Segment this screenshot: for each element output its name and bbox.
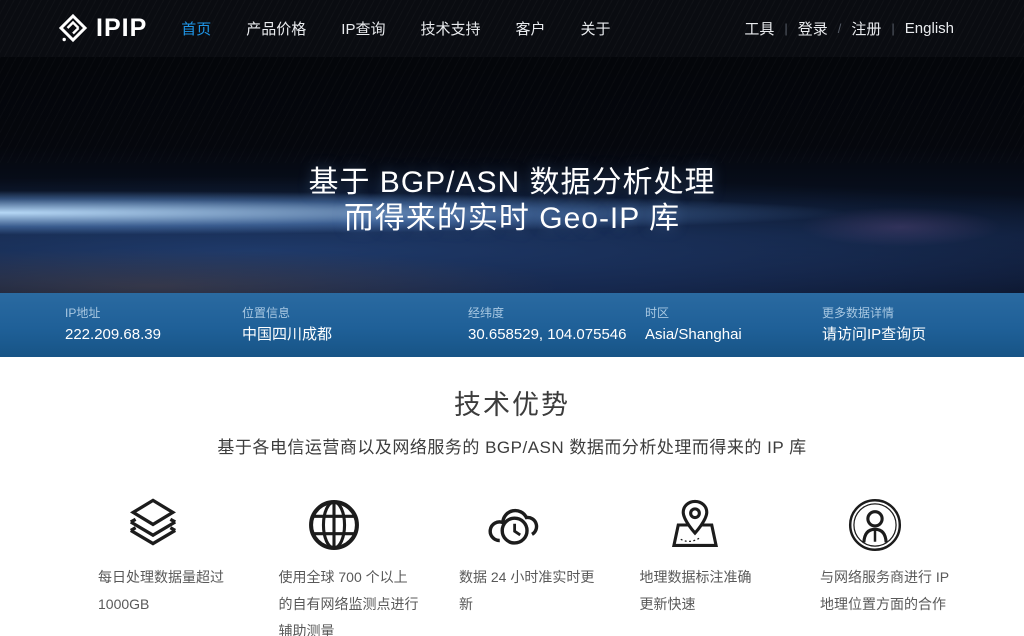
map-pin-icon: [640, 494, 750, 556]
features-title: 技术优势: [454, 390, 570, 420]
feature-item-accurate-geodata: 地理数据标注准确 更新快速: [640, 494, 821, 636]
info-column-timezone: 时区 Asia/Shanghai: [645, 305, 822, 357]
features-subtitle: 基于各电信运营商以及网络服务的 BGP/ASN 数据而分析处理而得来的 IP 库: [217, 438, 807, 457]
nav-item-tech-support[interactable]: 技术支持: [420, 18, 480, 39]
info-label: 经纬度: [468, 306, 505, 320]
nav-item-pricing[interactable]: 产品价格: [246, 18, 306, 39]
person-circle-icon: [820, 494, 930, 556]
ipip-logo-icon: [58, 13, 88, 45]
info-label: 位置信息: [242, 306, 291, 320]
nav-item-home[interactable]: 首页: [181, 18, 211, 39]
feature-text: 使用全球 700 个以上 的自有网络监测点进行 辅助测量: [278, 569, 419, 636]
feature-text: 与网络服务商进行 IP 地理位置方面的合作: [820, 569, 950, 612]
nav-separator: |: [784, 21, 788, 36]
nav-register-link[interactable]: 注册: [851, 18, 881, 39]
coordinates-value: 30.658529, 104.075546: [468, 326, 627, 343]
nav-item-about[interactable]: 关于: [581, 18, 611, 39]
hero-title-line1: 基于 BGP/ASN 数据分析处理: [308, 166, 716, 199]
main-nav: 首页 产品价格 IP查询 技术支持 客户 关于: [181, 18, 610, 39]
nav-separator: /: [837, 21, 842, 36]
ip-address-value: 222.209.68.39: [65, 326, 161, 343]
feature-item-daily-volume: 每日处理数据量超过 1000GB: [98, 494, 279, 636]
globe-icon: [279, 494, 389, 556]
info-column-ip: IP地址 222.209.68.39: [65, 305, 242, 357]
feature-text: 地理数据标注准确 更新快速: [639, 569, 752, 612]
feature-row: 每日处理数据量超过 1000GB 使用全球 700 个以上 的自有网络监测点进行…: [98, 494, 1000, 636]
nav-tools-link[interactable]: 工具: [744, 18, 774, 39]
feature-text: 数据 24 小时准实时更 新: [459, 569, 595, 612]
info-label: 更多数据详情: [822, 306, 895, 320]
cloud-clock-icon: [459, 494, 569, 556]
navbar: IPIP 首页 产品价格 IP查询 技术支持 客户 关于 工具 | 登录 / 注…: [0, 0, 1024, 57]
brand-logo[interactable]: IPIP: [58, 13, 147, 45]
nav-separator: |: [891, 21, 895, 36]
timezone-value: Asia/Shanghai: [645, 326, 742, 343]
info-label: IP地址: [65, 306, 101, 320]
nav-item-customers[interactable]: 客户: [515, 18, 545, 39]
info-column-location: 位置信息 中国四川成都: [242, 305, 468, 357]
feature-text: 每日处理数据量超过 1000GB: [98, 569, 224, 612]
nav-right: 工具 | 登录 / 注册 | English: [744, 18, 954, 39]
nav-item-ip-lookup[interactable]: IP查询: [341, 18, 385, 39]
feature-item-isp-cooperation: 与网络服务商进行 IP 地理位置方面的合作: [820, 494, 1001, 636]
info-column-more: 更多数据详情 请访问IP查询页: [822, 305, 926, 357]
location-value: 中国四川成都: [242, 326, 333, 343]
info-label: 时区: [645, 306, 670, 320]
feature-item-global-probes: 使用全球 700 个以上 的自有网络监测点进行 辅助测量: [279, 494, 460, 636]
nav-login-link[interactable]: 登录: [798, 18, 828, 39]
layers-icon: [98, 494, 208, 556]
ip-lookup-page-link[interactable]: 请访问IP查询页: [822, 324, 926, 346]
features-section: 技术优势 基于各电信运营商以及网络服务的 BGP/ASN 数据而分析处理而得来的…: [0, 357, 1024, 636]
nav-language-link[interactable]: English: [905, 20, 954, 37]
info-column-coordinates: 经纬度 30.658529, 104.075546: [468, 305, 645, 357]
feature-item-realtime-update: 数据 24 小时准实时更 新: [459, 494, 640, 636]
hero-title-line2: 而得来的实时 Geo-IP 库: [343, 202, 681, 235]
brand-name: IPIP: [96, 14, 148, 42]
hero-section: 基于 BGP/ASN 数据分析处理 而得来的实时 Geo-IP 库: [0, 57, 1024, 293]
ip-info-bar: IP地址 222.209.68.39 位置信息 中国四川成都 经纬度 30.65…: [0, 293, 1024, 357]
hero-title: 基于 BGP/ASN 数据分析处理 而得来的实时 Geo-IP 库: [0, 165, 1024, 237]
